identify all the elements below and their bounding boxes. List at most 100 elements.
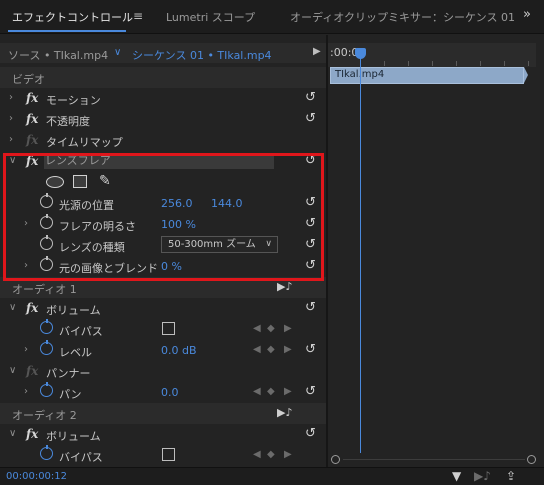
fx-icon: fx: [26, 364, 39, 378]
timeline-zoom-scrollbar[interactable]: [331, 455, 539, 465]
export-icon[interactable]: ⇪: [506, 469, 516, 483]
next-keyframe-icon[interactable]: ▶: [284, 323, 292, 334]
stopwatch-icon[interactable]: [40, 382, 53, 397]
next-keyframe-icon[interactable]: ▶: [284, 344, 292, 355]
effect-timeline-panel: :00:00 TIkal.mp4: [328, 35, 544, 467]
bypass-checkbox[interactable]: [162, 448, 175, 461]
reset-icon[interactable]: ↺: [305, 90, 316, 105]
effect-row-volume[interactable]: ∨ fx ボリューム ↺: [0, 298, 326, 319]
chevron-right-icon[interactable]: ›: [9, 113, 13, 124]
param-name-bypass: バイパス: [59, 325, 103, 338]
ruler-tick: [480, 61, 481, 66]
ruler-tick: [408, 61, 409, 66]
next-keyframe-icon[interactable]: ▶: [284, 449, 292, 460]
param-name-bypass-2: バイパス: [59, 451, 103, 464]
bypass-checkbox[interactable]: [162, 322, 175, 335]
speaker-icon[interactable]: ▶♪: [277, 280, 292, 293]
source-sequence-bar: ソース • TIkal.mp4 ∨ シーケンス 01 • TIkal.mp4 ▶: [0, 43, 326, 63]
filter-icon[interactable]: ▼: [452, 469, 461, 483]
prev-keyframe-icon[interactable]: ◀: [253, 344, 261, 355]
speaker-icon[interactable]: ▶♪: [277, 406, 292, 419]
fx-icon[interactable]: fx: [26, 91, 38, 105]
effect-name-motion: モーション: [46, 94, 101, 107]
panel-menu-icon[interactable]: ≡: [133, 9, 143, 23]
effect-name-time-remap: タイムリマップ: [46, 136, 123, 149]
add-keyframe-icon[interactable]: ◆: [267, 323, 275, 334]
stopwatch-icon[interactable]: [40, 319, 53, 334]
fx-icon: fx: [26, 133, 39, 147]
prev-keyframe-icon[interactable]: ◀: [253, 386, 261, 397]
add-keyframe-icon[interactable]: ◆: [267, 386, 275, 397]
param-row-level[interactable]: › レベル 0.0 dB ◀ ◆ ▶ ↺: [0, 340, 326, 361]
effect-row-time-remap[interactable]: › fx タイムリマップ: [0, 130, 326, 151]
tab-audio-clip-mixer[interactable]: オーディオクリップミキサー：シーケンス 01: [290, 9, 515, 25]
stopwatch-icon[interactable]: [40, 445, 53, 460]
chevron-down-icon[interactable]: ∨: [9, 365, 16, 376]
chevron-right-icon[interactable]: ›: [24, 386, 28, 397]
section-title-audio1: オーディオ 1: [12, 283, 77, 296]
param-name-level: レベル: [59, 346, 92, 359]
ruler-tick: [384, 61, 385, 66]
effect-name-volume-2: ボリューム: [46, 430, 101, 443]
param-row-bypass[interactable]: バイパス ◀ ◆ ▶: [0, 319, 326, 340]
fx-icon[interactable]: fx: [26, 112, 38, 126]
stopwatch-icon[interactable]: [40, 340, 53, 355]
fx-icon[interactable]: fx: [26, 301, 38, 315]
level-value[interactable]: 0.0 dB: [161, 344, 197, 357]
add-keyframe-icon[interactable]: ◆: [267, 344, 275, 355]
tab-effect-controls[interactable]: エフェクトコントロール: [12, 9, 133, 25]
scroll-right-handle[interactable]: [527, 455, 536, 464]
chevron-down-icon[interactable]: ∨: [114, 47, 121, 58]
chevron-down-icon[interactable]: ∨: [9, 302, 16, 313]
play-icon[interactable]: ▶: [313, 46, 321, 57]
pan-value[interactable]: 0.0: [161, 386, 179, 399]
chevron-right-icon[interactable]: ›: [24, 344, 28, 355]
prev-keyframe-icon[interactable]: ◀: [253, 449, 261, 460]
playhead-handle[interactable]: [355, 48, 366, 59]
chevron-right-icon[interactable]: ›: [9, 134, 13, 145]
effect-name-opacity: 不透明度: [46, 115, 90, 128]
param-row-bypass-2[interactable]: バイパス ◀ ◆ ▶: [0, 445, 326, 466]
chevron-right-icon[interactable]: ›: [9, 92, 13, 103]
chevron-down-icon[interactable]: ∨: [9, 428, 16, 439]
current-timecode[interactable]: 00:00:00:12: [6, 471, 67, 482]
effect-row-motion[interactable]: › fx モーション ↺: [0, 88, 326, 109]
active-tab-indicator: [8, 30, 126, 32]
reset-icon[interactable]: ↺: [305, 384, 316, 399]
effect-row-panner[interactable]: ∨ fx パンナー: [0, 361, 326, 382]
panel-tab-bar: エフェクトコントロール ≡ Lumetri スコープ オーディオクリップミキサー…: [0, 0, 544, 34]
scroll-track[interactable]: [343, 459, 525, 460]
reset-icon[interactable]: ↺: [305, 300, 316, 315]
effect-controls-panel: ソース • TIkal.mp4 ∨ シーケンス 01 • TIkal.mp4 ▶…: [0, 35, 326, 467]
ruler-tick: [456, 61, 457, 66]
effect-name-panner: パンナー: [46, 367, 91, 380]
video-section-header: ビデオ: [0, 67, 326, 88]
section-title-audio2: オーディオ 2: [12, 409, 77, 422]
prev-keyframe-icon[interactable]: ◀: [253, 323, 261, 334]
playhead-line[interactable]: [360, 48, 361, 453]
reset-icon[interactable]: ↺: [305, 342, 316, 357]
ruler-tick: [504, 61, 505, 66]
play-audio-icon[interactable]: ▶♪: [474, 469, 491, 483]
sequence-clip-label[interactable]: シーケンス 01 • TIkal.mp4: [132, 47, 272, 63]
status-bar: 00:00:00:12 ▼ ▶♪ ⇪: [0, 467, 544, 485]
param-name-pan: パン: [59, 388, 82, 401]
clip-end-marker: [524, 67, 528, 83]
lens-flare-highlight-box: [3, 153, 324, 281]
effect-row-opacity[interactable]: › fx 不透明度 ↺: [0, 109, 326, 130]
add-keyframe-icon[interactable]: ◆: [267, 449, 275, 460]
param-row-pan[interactable]: › パン 0.0 ◀ ◆ ▶ ↺: [0, 382, 326, 403]
next-keyframe-icon[interactable]: ▶: [284, 386, 292, 397]
more-tabs-icon[interactable]: »: [523, 7, 531, 22]
reset-icon[interactable]: ↺: [305, 111, 316, 126]
reset-icon[interactable]: ↺: [305, 426, 316, 441]
section-title-video: ビデオ: [12, 73, 45, 86]
effect-row-volume-2[interactable]: ∨ fx ボリューム ↺: [0, 424, 326, 445]
fx-icon[interactable]: fx: [26, 427, 38, 441]
audio2-section-header: オーディオ 2 ▶♪: [0, 403, 326, 424]
effect-name-volume: ボリューム: [46, 304, 101, 317]
scroll-left-handle[interactable]: [331, 455, 340, 464]
tab-lumetri-scopes[interactable]: Lumetri スコープ: [166, 9, 255, 25]
source-clip-label[interactable]: ソース • TIkal.mp4: [8, 47, 108, 63]
ruler-tick: [432, 61, 433, 66]
